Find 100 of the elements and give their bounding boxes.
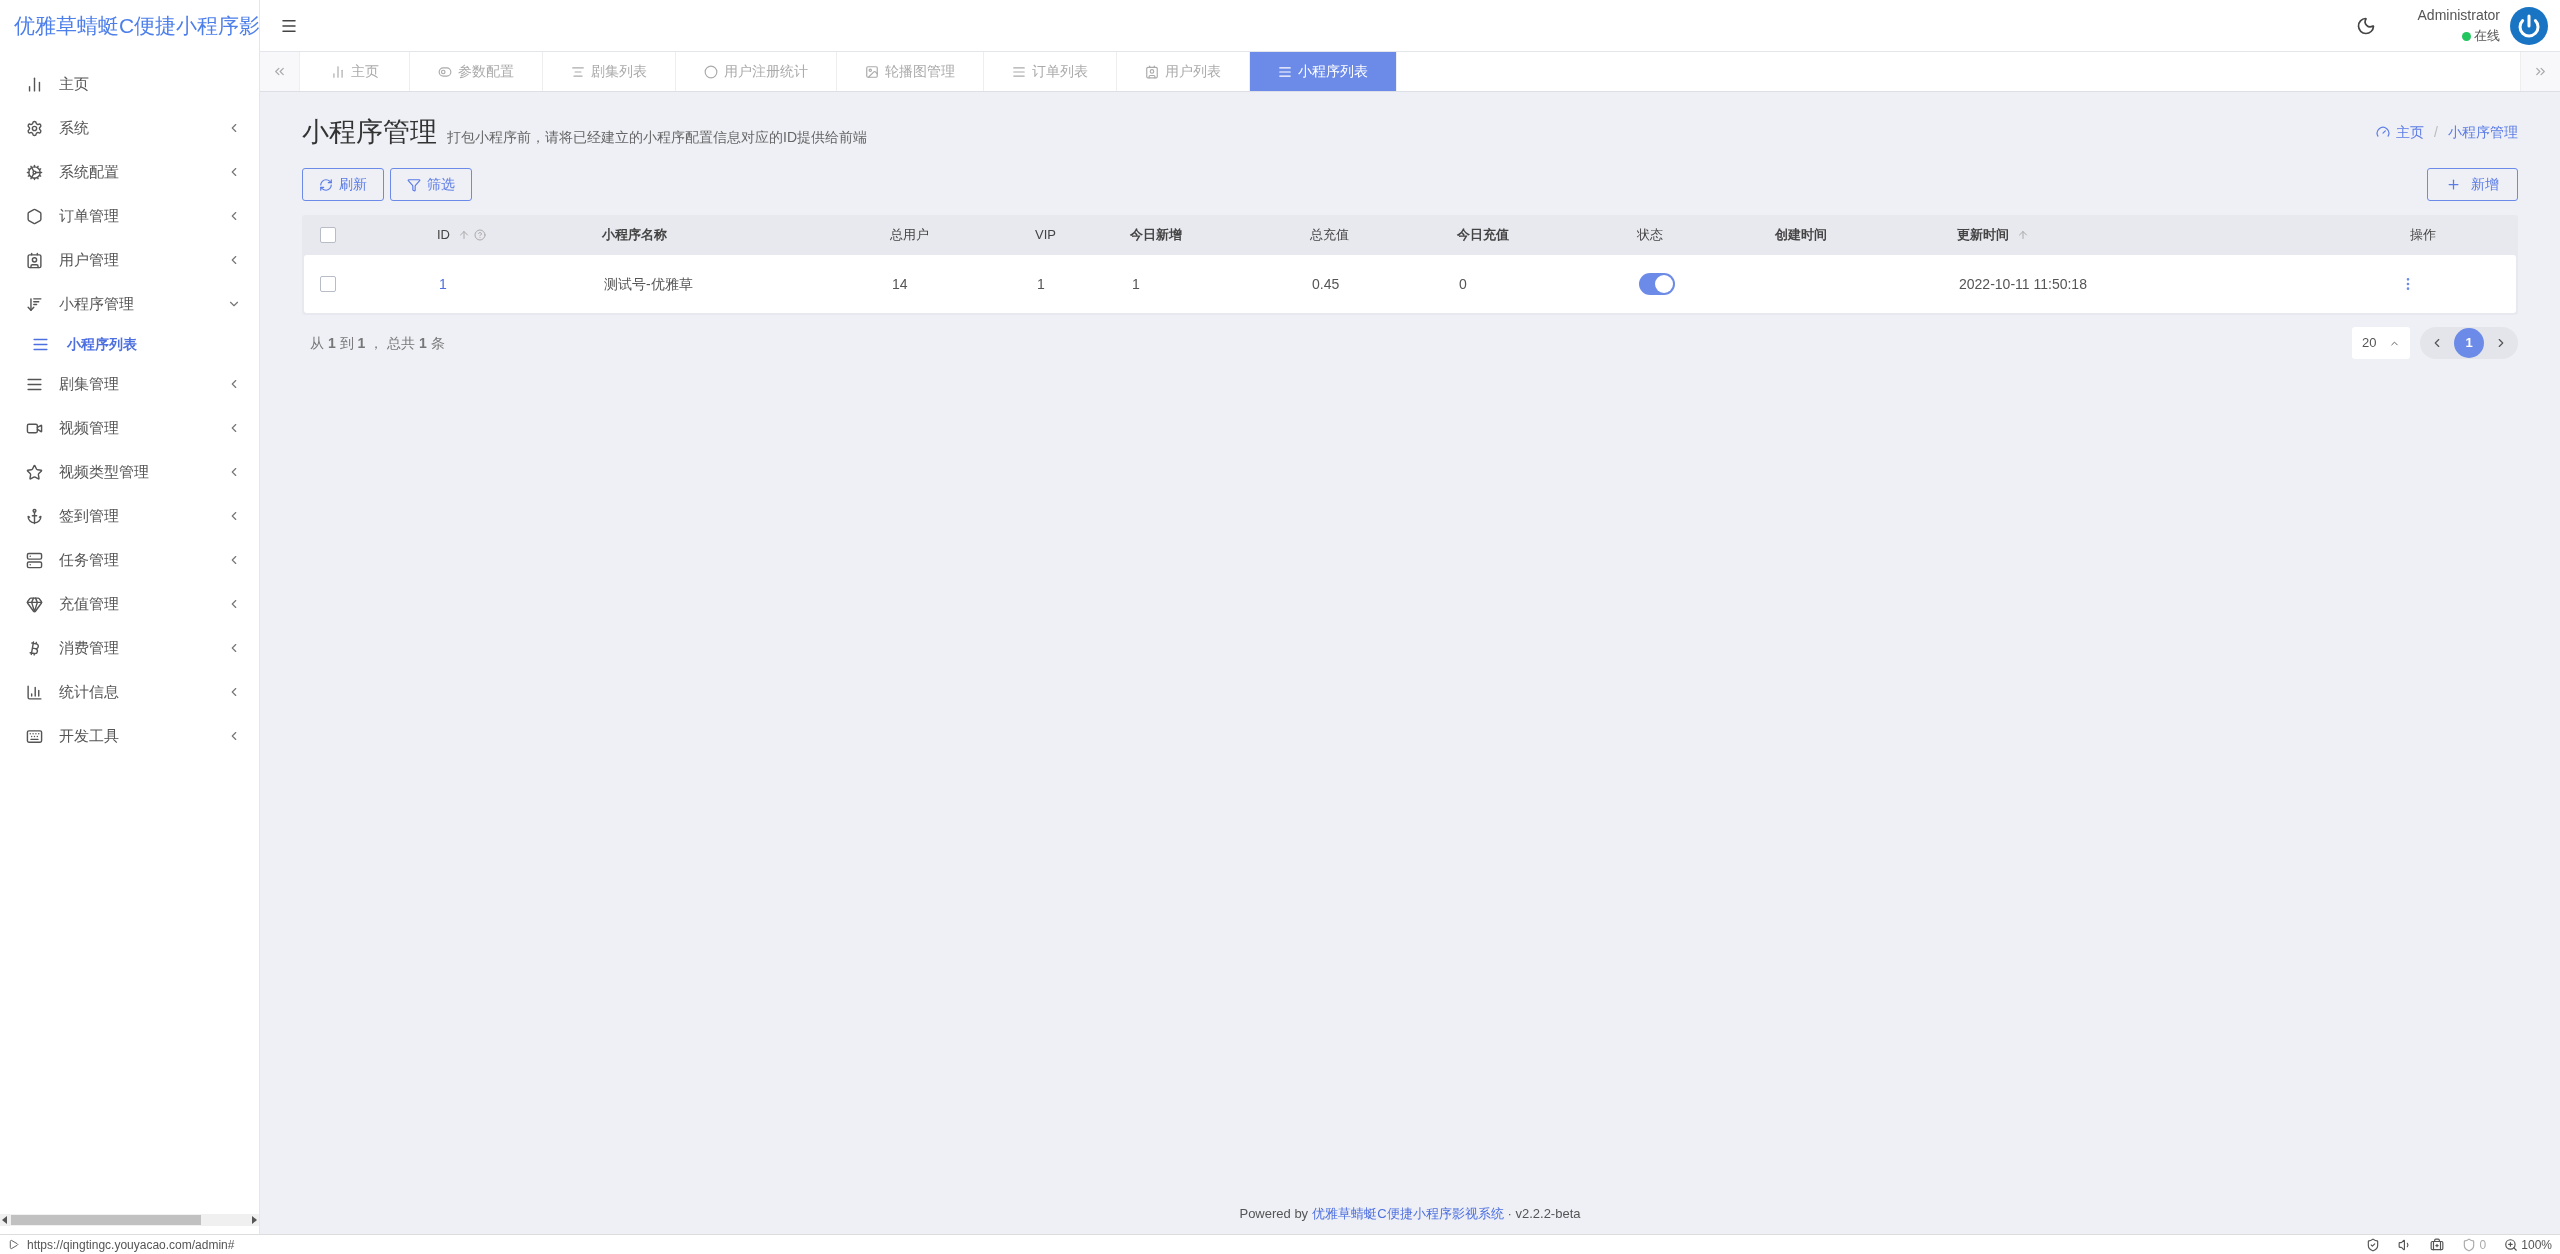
- page-title: 小程序管理: [302, 115, 437, 149]
- checkbox[interactable]: [320, 276, 336, 292]
- sidebar-item-label: 小程序管理: [59, 293, 135, 314]
- gem-icon: [26, 595, 43, 613]
- column-header[interactable]: 更新时间: [1957, 225, 2009, 245]
- table-cell-text: 1: [1037, 274, 1045, 294]
- sidebar-item[interactable]: 订单管理: [0, 194, 259, 238]
- ad-count: 0: [2479, 1236, 2487, 1254]
- column-header[interactable]: VIP: [1035, 225, 1056, 245]
- sidebar-item[interactable]: 开发工具: [0, 714, 259, 758]
- table-cell-text: 0.45: [1312, 274, 1340, 294]
- refresh-button[interactable]: 刷新: [302, 168, 384, 201]
- keyboard-icon: [26, 727, 43, 745]
- horizontal-scrollbar[interactable]: [0, 1214, 259, 1226]
- refresh-icon: [319, 177, 333, 192]
- plus-icon: [2446, 177, 2461, 192]
- user-name: Administrator: [2417, 6, 2500, 26]
- column-header[interactable]: 总用户: [890, 225, 929, 245]
- ad-block-icon[interactable]: [2461, 1237, 2476, 1252]
- tab-label: 主页: [350, 62, 379, 81]
- medical-kit-icon[interactable]: [2429, 1237, 2444, 1252]
- sidebar-item[interactable]: 签到管理: [0, 494, 259, 538]
- breadcrumb-separator: /: [2434, 122, 2438, 142]
- sidebar-item[interactable]: 视频类型管理: [0, 450, 259, 494]
- sidebar-item[interactable]: 任务管理: [0, 538, 259, 582]
- table-cell-text: 0: [1459, 274, 1467, 294]
- gears-icon: [26, 163, 43, 181]
- sidebar-item[interactable]: 系统配置: [0, 150, 259, 194]
- sidebar-item-label: 用户管理: [59, 249, 120, 270]
- toggle-icon: [438, 64, 452, 79]
- zoom-icon[interactable]: [2504, 1237, 2519, 1252]
- sidebar-item-label: 主页: [59, 73, 90, 94]
- tab-label: 剧集列表: [591, 62, 647, 81]
- sidebar-item[interactable]: 系统: [0, 106, 259, 150]
- sidebar-item[interactable]: 小程序管理: [0, 282, 259, 326]
- sidebar-item-label: 剧集管理: [59, 373, 120, 394]
- user-status: 在线: [2474, 27, 2500, 46]
- sidebar-item[interactable]: 主页: [0, 62, 259, 106]
- sidebar-item-label: 视频类型管理: [59, 461, 150, 482]
- column-header[interactable]: 今日新增: [1130, 225, 1182, 245]
- footer-link[interactable]: 优雅草蜻蜓C便捷小程序影视系统: [1312, 1204, 1504, 1224]
- sidebar-item-label: 视频管理: [59, 417, 120, 438]
- sidebar-item-label: 消费管理: [59, 637, 120, 658]
- tab-label: 参数配置: [458, 62, 514, 81]
- page-subtitle: 打包小程序前，请将已经建立的小程序配置信息对应的ID提供给前端: [447, 128, 867, 147]
- filter-button[interactable]: 筛选: [390, 168, 472, 201]
- sidebar-item-label: 系统配置: [59, 161, 120, 182]
- table-cell-text: 2022-10-11 11:50:18: [1959, 274, 2087, 294]
- id-link[interactable]: 1: [439, 273, 447, 295]
- sidebar-item-label: 系统: [59, 117, 90, 138]
- sidebar-item[interactable]: 视频管理: [0, 406, 259, 450]
- star-icon: [26, 463, 43, 481]
- server-icon: [26, 551, 43, 569]
- tab-label: 用户注册统计: [724, 62, 808, 81]
- shield-check-icon[interactable]: [2365, 1237, 2380, 1252]
- moon-icon[interactable]: [2355, 15, 2376, 36]
- sort-list-icon: [26, 295, 43, 313]
- column-header[interactable]: 操作: [2409, 225, 2436, 245]
- sidebar-item[interactable]: 剧集管理: [0, 362, 259, 406]
- zoom-level: 100%: [2521, 1236, 2552, 1254]
- tab-label: 轮播图管理: [885, 62, 955, 81]
- table-cell-text: 1: [1132, 274, 1140, 294]
- sidebar-subitem[interactable]: 小程序列表: [0, 326, 259, 362]
- bar-chart-icon: [26, 683, 43, 701]
- sidebar-item-label: 开发工具: [59, 725, 120, 746]
- image-icon: [865, 64, 879, 79]
- status-url: https://qingtingc.youyacao.com/admin#: [27, 1236, 235, 1254]
- list-icon: [1278, 64, 1292, 79]
- tab-label: 订单列表: [1032, 62, 1088, 81]
- column-header[interactable]: 小程序名称: [602, 225, 667, 245]
- breadcrumb-link[interactable]: 小程序管理: [2448, 121, 2518, 143]
- settings-icon: [26, 119, 43, 137]
- sidebar-item[interactable]: 用户管理: [0, 238, 259, 282]
- column-header[interactable]: 状态: [1637, 225, 1663, 245]
- page-size-select[interactable]: 20: [2352, 327, 2410, 359]
- sidebar-item-label: 订单管理: [59, 205, 120, 226]
- tab-label: 小程序列表: [1298, 62, 1368, 81]
- column-header[interactable]: ID: [437, 225, 450, 245]
- tab-label: 用户列表: [1165, 62, 1221, 81]
- sidebar-item[interactable]: 统计信息: [0, 670, 259, 714]
- status-switch[interactable]: [1639, 273, 1675, 295]
- app-logo-title[interactable]: 优雅草蜻蜓C便捷小程序影: [14, 10, 259, 42]
- avatar[interactable]: [2510, 6, 2548, 45]
- play-icon[interactable]: [8, 1239, 19, 1250]
- checkbox[interactable]: [320, 227, 336, 243]
- table-cell-text: 测试号-优雅草: [604, 274, 693, 294]
- contact-card-icon: [1145, 64, 1159, 79]
- add-button[interactable]: 新增: [2427, 168, 2518, 201]
- footer-version: · v2.2.2-beta: [1507, 1205, 1581, 1224]
- contact-card-icon: [26, 251, 43, 269]
- column-header[interactable]: 今日充值: [1457, 225, 1509, 245]
- column-header[interactable]: 创建时间: [1775, 225, 1827, 245]
- sidebar-item[interactable]: 消费管理: [0, 626, 259, 670]
- column-header[interactable]: 总充值: [1310, 225, 1349, 245]
- sidebar-subitem-label: 小程序列表: [67, 334, 137, 354]
- bar-chart-icon: [330, 64, 345, 79]
- breadcrumb-link[interactable]: 主页: [2396, 121, 2425, 143]
- sidebar-item-label: 统计信息: [59, 681, 120, 702]
- sidebar-item[interactable]: 充值管理: [0, 582, 259, 626]
- gauge-icon: [2376, 125, 2391, 139]
